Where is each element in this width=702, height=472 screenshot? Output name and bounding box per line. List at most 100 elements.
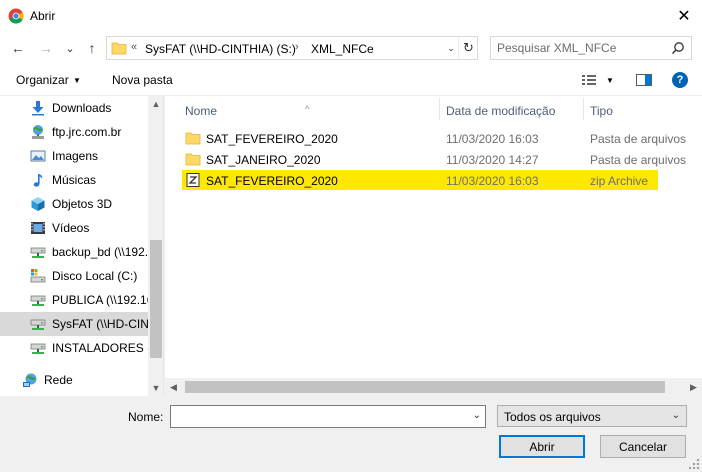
up-button[interactable]: ↑ (84, 40, 100, 56)
address-bar[interactable]: « SysFAT (\\HD-CINTHIA) (S:) › XML_NFCe … (106, 36, 478, 60)
organize-button[interactable]: Organizar ▼ (16, 64, 86, 96)
column-header-label: Tipo (590, 104, 613, 118)
breadcrumb-drive[interactable]: SysFAT (\\HD-CINTHIA) (S:) (145, 42, 296, 56)
window-title: Abrir (30, 9, 56, 23)
scrollbar-thumb[interactable] (185, 381, 665, 393)
file-type-filter-value: Todos os arquivos (504, 410, 601, 424)
sidebar-item-label: Disco Local (C:) (52, 269, 138, 283)
sidebar-item-sysfat[interactable]: SysFAT (\\HD-CINT (0, 312, 156, 336)
sidebar-item-3d-objects[interactable]: Objetos 3D (0, 192, 148, 216)
view-options-button[interactable]: ▼ (580, 64, 616, 96)
refresh-button[interactable]: ↻ (458, 37, 478, 59)
sidebar-item-label: Músicas (52, 173, 97, 187)
sidebar-item-music[interactable]: Músicas (0, 168, 148, 192)
file-name: SAT_FEVEREIRO_2020 (206, 132, 338, 146)
sidebar-item-publica[interactable]: PUBLICA (\\192.16 (0, 288, 153, 312)
search-box[interactable] (490, 36, 692, 60)
file-list-scrollbar[interactable]: ◀ ▶ (165, 378, 702, 396)
file-name-field[interactable]: ⌄ (170, 405, 486, 428)
help-button[interactable]: ? (672, 72, 688, 88)
chrome-icon (8, 8, 24, 24)
file-row[interactable]: SAT_JANEIRO_2020 11/03/2020 14:27 Pasta … (182, 149, 686, 169)
navigation-bar: ← → ⌄ ↑ « SysFAT (\\HD-CINTHIA) (S:) › X… (0, 32, 702, 64)
column-header-name[interactable]: ^ Nome (165, 96, 440, 122)
sidebar-item-ftp[interactable]: ftp.jrc.com.br (0, 120, 148, 144)
network-drive-icon (30, 319, 46, 330)
sidebar-item-images[interactable]: Imagens (0, 144, 148, 168)
forward-button[interactable]: → (38, 40, 54, 56)
sidebar-item-label: Downloads (52, 101, 112, 115)
column-header-label: Data de modificação (446, 104, 556, 118)
title-bar: Abrir ✕ (0, 0, 702, 32)
scroll-left-button[interactable]: ◀ (165, 378, 182, 396)
resize-grip-icon[interactable] (688, 458, 700, 470)
videos-icon (31, 222, 45, 234)
file-type-filter[interactable]: Todos os arquivos ⌄ (497, 405, 687, 427)
dialog-footer: Nome: ⌄ Todos os arquivos ⌄ Abrir Cancel… (0, 396, 702, 472)
folder-icon (111, 42, 127, 55)
scrollbar-thumb[interactable] (150, 240, 162, 358)
sidebar-item-backup-bd[interactable]: backup_bd (\\192.1 (0, 240, 155, 264)
breadcrumb-folder[interactable]: XML_NFCe (311, 42, 374, 56)
scroll-down-button[interactable]: ▼ (148, 380, 163, 396)
sidebar-item-downloads[interactable]: Downloads (0, 96, 148, 120)
sidebar-item-local-disk[interactable]: Disco Local (C:) (0, 264, 148, 288)
network-drive-icon (30, 343, 46, 354)
view-list-icon (582, 75, 596, 85)
column-header-type[interactable]: Tipo (584, 96, 684, 122)
local-disk-icon (30, 269, 46, 283)
network-icon (23, 373, 37, 387)
zip-archive-icon (186, 173, 200, 187)
sort-ascending-icon: ^ (305, 104, 310, 114)
view-dropdown-icon: ▼ (606, 76, 614, 85)
file-row[interactable]: SAT_FEVEREIRO_2020 11/03/2020 16:03 Past… (182, 128, 686, 148)
back-arrow-icon: ← (11, 40, 25, 56)
chevron-down-icon: ⌄ (65, 42, 75, 55)
scroll-right-button[interactable]: ▶ (685, 378, 702, 396)
sidebar-item-network[interactable]: Rede (0, 368, 148, 392)
sidebar-item-label: Rede (44, 373, 73, 387)
column-header-date[interactable]: Data de modificação (440, 96, 584, 122)
file-row-highlighted[interactable]: SAT_FEVEREIRO_2020 11/03/2020 16:03 zip … (182, 170, 658, 190)
sidebar-item-instaladores[interactable]: INSTALADORES (\\ (0, 336, 158, 360)
navigation-pane: Downloads ftp.jrc.com.br Imagens Músicas (0, 96, 164, 396)
search-icon (671, 42, 684, 55)
sidebar-item-label: INSTALADORES (\\ (52, 341, 158, 355)
new-folder-button[interactable]: Nova pasta (112, 73, 173, 87)
folder-icon (185, 153, 201, 166)
scroll-up-button[interactable]: ▲ (148, 96, 163, 112)
sidebar-item-label: SysFAT (\\HD-CINT (52, 317, 157, 331)
sidebar-item-label: Objetos 3D (52, 197, 113, 211)
preview-pane-icon[interactable] (636, 74, 652, 86)
network-drive-icon (30, 247, 46, 258)
file-date: 11/03/2020 14:27 (446, 153, 539, 167)
search-input[interactable] (497, 40, 667, 56)
file-type: Pasta de arquivos (590, 132, 687, 146)
breadcrumb-overflow[interactable]: « (131, 41, 137, 53)
chevron-down-icon[interactable]: ⌄ (473, 410, 481, 421)
sidebar-scrollbar[interactable]: ▲ ▼ (148, 96, 163, 396)
cancel-button[interactable]: Cancelar (600, 435, 686, 458)
open-button[interactable]: Abrir (499, 435, 585, 458)
chevron-down-icon: ▼ (151, 383, 161, 393)
column-header-label: Nome (185, 104, 218, 118)
objects-3d-icon (31, 197, 45, 211)
back-button[interactable]: ← (10, 40, 26, 56)
breadcrumb-separator[interactable]: › (295, 41, 299, 53)
close-button[interactable]: ✕ (666, 0, 702, 32)
file-list: ^ Nome Data de modificação Tipo SAT_FEVE… (165, 96, 702, 396)
sidebar-item-label: backup_bd (\\192.1 (52, 245, 155, 259)
help-icon: ? (676, 74, 684, 86)
chevron-down-icon: ⌄ (447, 42, 455, 53)
sidebar-item-videos[interactable]: Vídeos (0, 216, 148, 240)
music-icon (33, 174, 43, 187)
chevron-up-icon: ▲ (151, 99, 161, 109)
chevron-right-icon: ▶ (690, 381, 697, 392)
refresh-icon: ↻ (463, 40, 474, 55)
sidebar-item-label: Vídeos (52, 221, 90, 235)
recent-locations-button[interactable]: ⌄ (62, 40, 78, 56)
chevron-down-icon: ⌄ (671, 410, 680, 421)
download-icon (32, 101, 44, 116)
address-dropdown-button[interactable]: ⌄ (444, 37, 458, 59)
file-date: 11/03/2020 16:03 (446, 132, 539, 146)
